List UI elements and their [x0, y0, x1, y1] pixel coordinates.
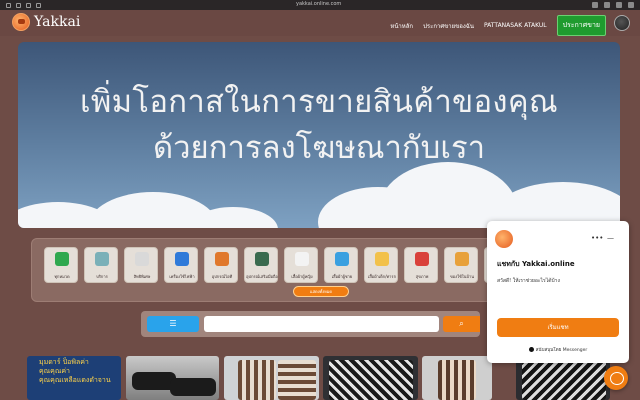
- checkbox-icon: [55, 252, 69, 266]
- category-label: อุปกรณ์เสริมมือถือ: [246, 274, 278, 279]
- clipboard-icon: [135, 252, 149, 266]
- category-tile[interactable]: อุปกรณ์ไอที: [204, 247, 238, 283]
- nav-my-listings[interactable]: ประกาศขายของฉัน: [423, 21, 474, 31]
- powered-by-text: สนับสนุนโดย Messenger: [535, 348, 588, 353]
- tab-icon[interactable]: [6, 2, 11, 8]
- product-card[interactable]: [422, 356, 492, 400]
- category-tile[interactable]: อุปกรณ์เสริมมือถือ: [244, 247, 278, 283]
- sidebar-icon[interactable]: [16, 2, 21, 8]
- product-image: [278, 360, 316, 400]
- main-nav: หน้าหลัก ประกาศขายของฉัน PATTANASAK ATAK…: [390, 15, 606, 36]
- category-label: เสื้อผ้าผู้หญิง: [291, 274, 313, 279]
- product-image: [170, 378, 216, 396]
- computer-icon: [215, 252, 229, 266]
- back-icon[interactable]: [26, 2, 31, 8]
- chat-widget: ••• — แชทกับ Yakkai.online สวัสดี! ให้เร…: [487, 221, 629, 363]
- logo-icon[interactable]: [12, 13, 30, 31]
- hero-subheadline: ด้วยการลงโฆษณากับเรา: [152, 130, 486, 166]
- hero-banner[interactable]: เพิ่มโอกาสในการขายสินค้าของคุณ ด้วยการลง…: [18, 42, 620, 228]
- home-goods-icon: [455, 252, 469, 266]
- extension-icon[interactable]: [604, 2, 610, 8]
- category-tile[interactable]: เครื่องใช้ไฟฟ้า: [164, 247, 198, 283]
- category-panel: ทุกหมวด บริการ สิทธิพิเศษ เครื่องใช้ไฟฟ้า อุ…: [31, 238, 519, 302]
- kids-clothes-icon: [375, 252, 389, 266]
- category-label: ของใช้ในบ้าน: [450, 274, 474, 279]
- category-tile[interactable]: สิทธิพิเศษ: [124, 247, 158, 283]
- chat-greeting: สวัสดี! ให้เราช่วยอะไรได้บ้าง: [497, 278, 560, 284]
- category-label: สุขภาพ: [415, 274, 429, 279]
- category-label: เสื้อผ้าผู้ชาย: [331, 274, 353, 279]
- menu-icon[interactable]: [628, 2, 634, 8]
- category-label: อุปกรณ์ไอที: [211, 274, 233, 279]
- category-label: ทุกหมวด: [54, 274, 70, 279]
- search-icon[interactable]: ⌕: [443, 316, 480, 332]
- start-chat-button[interactable]: เริ่มแชท: [497, 318, 619, 337]
- product-card[interactable]: [126, 356, 219, 400]
- category-label: บริการ: [96, 274, 108, 279]
- product-caption: มุมดาร์ ป็อพิลค่า คุณคุณค่า คุณคุณเหลือแ…: [39, 358, 111, 384]
- address-bar[interactable]: yakkai.online.com: [296, 1, 341, 7]
- dress-icon: [295, 252, 309, 266]
- chat-title: แชทกับ Yakkai.online: [497, 260, 575, 268]
- category-tile[interactable]: สุขภาพ: [404, 247, 438, 283]
- category-tile[interactable]: เสื้อผ้าผู้หญิง: [284, 247, 318, 283]
- category-label: สิทธิพิเศษ: [133, 274, 151, 279]
- refresh-icon[interactable]: [36, 2, 41, 8]
- category-label: เสื้อผ้าเด็ก/ทารก: [368, 274, 396, 279]
- category-tile[interactable]: บริการ: [84, 247, 118, 283]
- browser-chrome: yakkai.online.com: [0, 0, 640, 10]
- product-image: [329, 360, 413, 400]
- window-controls: [6, 2, 41, 8]
- hero-headline: เพิ่มโอกาสในการขายสินค้าของคุณ: [80, 84, 558, 120]
- category-tile[interactable]: ทุกหมวด: [44, 247, 78, 283]
- services-icon: [95, 252, 109, 266]
- brand-name[interactable]: Yakkai: [34, 14, 80, 30]
- show-all-button[interactable]: แสดงทั้งหมด: [293, 286, 349, 297]
- minimize-icon[interactable]: —: [607, 234, 614, 242]
- extension-icon[interactable]: [592, 2, 598, 8]
- post-ad-button[interactable]: ประกาศขาย: [556, 15, 606, 36]
- extensions-bar: [592, 2, 634, 8]
- product-image: [238, 360, 276, 400]
- messenger-chat-button[interactable]: [604, 366, 628, 390]
- appliance-icon: [175, 252, 189, 266]
- category-tile[interactable]: เสื้อผ้าผู้ชาย: [324, 247, 358, 283]
- shirt-icon: [335, 252, 349, 266]
- product-card[interactable]: [224, 356, 319, 400]
- product-image: [522, 360, 606, 400]
- product-card[interactable]: [323, 356, 418, 400]
- search-input[interactable]: [204, 316, 439, 332]
- nav-user-name[interactable]: PATTANASAK ATAKUL: [484, 22, 547, 29]
- product-card[interactable]: มุมดาร์ ป็อพิลค่า คุณคุณค่า คุณคุณเหลือแ…: [27, 356, 121, 400]
- more-options-icon[interactable]: •••: [591, 234, 603, 242]
- category-tile[interactable]: เสื้อผ้าเด็ก/ทารก: [364, 247, 398, 283]
- health-icon: [415, 252, 429, 266]
- list-icon[interactable]: ☰: [147, 316, 199, 332]
- category-label: เครื่องใช้ไฟฟ้า: [169, 274, 195, 279]
- nav-home[interactable]: หน้าหลัก: [390, 21, 413, 31]
- powered-by: สนับสนุนโดย Messenger: [487, 346, 629, 353]
- site-header: Yakkai หน้าหลัก ประกาศขายของฉัน PATTANAS…: [0, 10, 640, 36]
- product-image: [438, 360, 476, 400]
- extension-icon[interactable]: [616, 2, 622, 8]
- category-tile[interactable]: ของใช้ในบ้าน: [444, 247, 478, 283]
- avatar[interactable]: [614, 15, 630, 31]
- logo-icon: [495, 230, 513, 248]
- phone-accessory-icon: [255, 252, 269, 266]
- messenger-icon: [528, 347, 534, 352]
- search-bar: ☰ ⌕: [141, 311, 480, 337]
